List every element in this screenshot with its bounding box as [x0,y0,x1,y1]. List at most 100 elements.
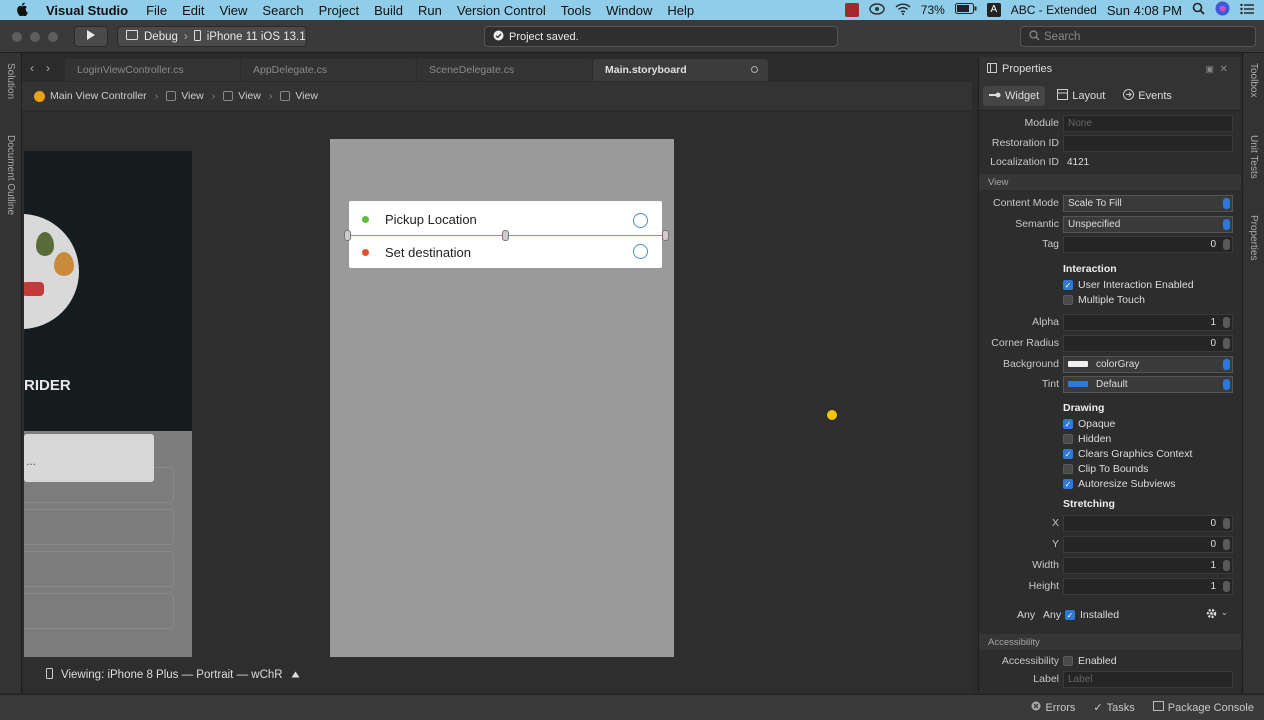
stepper-icon[interactable] [1223,316,1230,328]
stepper-icon[interactable] [1223,337,1230,349]
tab-app-delegate[interactable]: AppDelegate.cs [241,59,416,81]
semantic-select[interactable]: Unspecified [1063,215,1233,233]
unit-tests-pad-tab[interactable]: Unit Tests [1248,135,1259,179]
tab-scene-delegate[interactable]: SceneDelegate.cs [417,59,592,81]
menu-edit[interactable]: Edit [182,3,204,18]
user-interaction-checkbox[interactable]: ✓ User Interaction Enabled [1063,277,1194,292]
localization-id-value[interactable]: 4121 [1063,154,1233,171]
notification-center-icon[interactable] [1240,3,1254,18]
run-button[interactable] [74,26,108,47]
tint-color-select[interactable]: Default [1063,375,1233,393]
installed-checkbox[interactable]: ✓ Installed [1065,607,1119,622]
tab-layout[interactable]: Layout [1051,85,1111,107]
device-viewing-bar[interactable]: Viewing: iPhone 8 Plus — Portrait — wChR [24,657,972,693]
configuration-selector[interactable]: Debug › iPhone 11 iOS 13.1 [117,26,307,47]
search-input[interactable]: Search [1020,26,1256,47]
clock[interactable]: Sun 4:08 PM [1107,3,1182,18]
opaque-checkbox[interactable]: ✓ Opaque [1063,416,1115,431]
nav-forward-icon[interactable]: › [46,61,50,75]
close-window-button[interactable] [12,32,22,42]
corner-radius-stepper[interactable]: 0 [1063,334,1233,352]
restoration-id-field[interactable] [1063,134,1233,152]
nav-back-icon[interactable]: ‹ [30,61,34,75]
stepper-icon[interactable] [1223,517,1230,529]
module-field[interactable]: None [1063,114,1233,132]
stretch-width-stepper[interactable]: 1 [1063,556,1233,574]
breadcrumb-view-1[interactable]: View [181,90,204,102]
document-outline-pad-tab[interactable]: Document Outline [5,135,16,215]
stretch-height-stepper[interactable]: 1 [1063,577,1233,595]
chevron-up-icon[interactable] [291,669,300,681]
stepper-icon[interactable] [1223,238,1230,250]
resize-handle-center[interactable] [502,230,509,241]
content-mode-select[interactable]: Scale To Fill [1063,194,1233,212]
zoom-window-button[interactable] [48,32,58,42]
accessibility-enabled-checkbox[interactable]: Enabled [1063,653,1117,668]
pickup-radio-icon[interactable] [633,213,648,228]
chevron-down-icon[interactable]: ⌄ [1221,608,1228,617]
menu-view[interactable]: View [219,3,247,18]
resize-handle-right[interactable] [662,230,669,241]
tab-login-view-controller[interactable]: LoginViewController.cs [65,59,240,81]
spotlight-icon[interactable] [1192,2,1205,18]
tab-events[interactable]: Events [1117,85,1178,107]
login-scene-preview[interactable]: RIDER ... [24,151,192,657]
recording-icon[interactable] [844,3,859,17]
tag-stepper[interactable]: 0 [1063,235,1233,253]
input-source-badge[interactable]: A [986,3,1001,17]
menu-help[interactable]: Help [667,3,694,18]
menu-run[interactable]: Run [418,3,442,18]
accessibility-label-field[interactable]: Label [1063,670,1233,688]
view-section-header[interactable]: View [979,174,1241,190]
gear-icon[interactable] [1205,607,1218,623]
menu-search[interactable]: Search [262,3,303,18]
tasks-pad-button[interactable]: ✓ Tasks [1093,701,1134,715]
toolbox-pad-tab[interactable]: Toolbox [1248,63,1259,97]
main-view-controller-scene[interactable]: Pickup Location Set destination [330,139,674,657]
resize-handle-left[interactable] [344,230,351,241]
tab-main-storyboard[interactable]: Main.storyboard [593,59,768,81]
location-card[interactable]: Pickup Location Set destination [344,201,669,268]
breadcrumb-view-3[interactable]: View [295,90,318,102]
input-source-label[interactable]: ABC - Extended [1011,3,1097,17]
package-console-pad-button[interactable]: Package Console [1152,701,1254,714]
autoresize-subviews-checkbox[interactable]: ✓ Autoresize Subviews [1063,476,1175,491]
minimize-window-button[interactable] [30,32,40,42]
background-color-select[interactable]: colorGray [1063,355,1233,373]
close-icon[interactable]: ✕ [1220,64,1228,75]
battery-icon[interactable] [954,3,977,17]
breadcrumb-main-view-controller[interactable]: Main View Controller [50,90,147,102]
menu-file[interactable]: File [146,3,167,18]
dock-icon[interactable]: ▣ [1205,64,1214,75]
hidden-checkbox[interactable]: Hidden [1063,431,1111,446]
menu-window[interactable]: Window [606,3,652,18]
stretch-y-stepper[interactable]: 0 [1063,535,1233,553]
apple-icon[interactable] [16,2,38,19]
login-text-field[interactable]: ... [24,434,154,482]
accessibility-section-header[interactable]: Accessibility [979,634,1241,650]
breadcrumb-view-2[interactable]: View [238,90,261,102]
wifi-icon[interactable] [895,2,911,18]
creative-cloud-icon[interactable] [869,2,885,18]
solution-pad-tab[interactable]: Solution [5,63,16,99]
storyboard-canvas[interactable]: RIDER ... Pickup Location Set destinatio… [24,112,972,657]
stretch-x-stepper[interactable]: 0 [1063,514,1233,532]
menu-project[interactable]: Project [319,3,359,18]
clip-to-bounds-checkbox[interactable]: Clip To Bounds [1063,461,1148,476]
siri-icon[interactable] [1215,1,1230,19]
errors-pad-button[interactable]: Errors [1031,701,1075,714]
app-menu[interactable]: Visual Studio [46,3,128,18]
menu-tools[interactable]: Tools [561,3,591,18]
tab-widget[interactable]: Widget [983,85,1046,106]
menu-build[interactable]: Build [374,3,403,18]
destination-radio-icon[interactable] [633,244,648,259]
unsaved-indicator-icon[interactable] [751,66,758,73]
stepper-icon[interactable] [1223,559,1230,571]
properties-pad-tab[interactable]: Properties [1248,215,1259,261]
menu-version-control[interactable]: Version Control [457,3,546,18]
multiple-touch-checkbox[interactable]: Multiple Touch [1063,292,1145,307]
alpha-stepper[interactable]: 1 [1063,313,1233,331]
stepper-icon[interactable] [1223,580,1230,592]
clears-graphics-context-checkbox[interactable]: ✓ Clears Graphics Context [1063,446,1192,461]
stepper-icon[interactable] [1223,538,1230,550]
